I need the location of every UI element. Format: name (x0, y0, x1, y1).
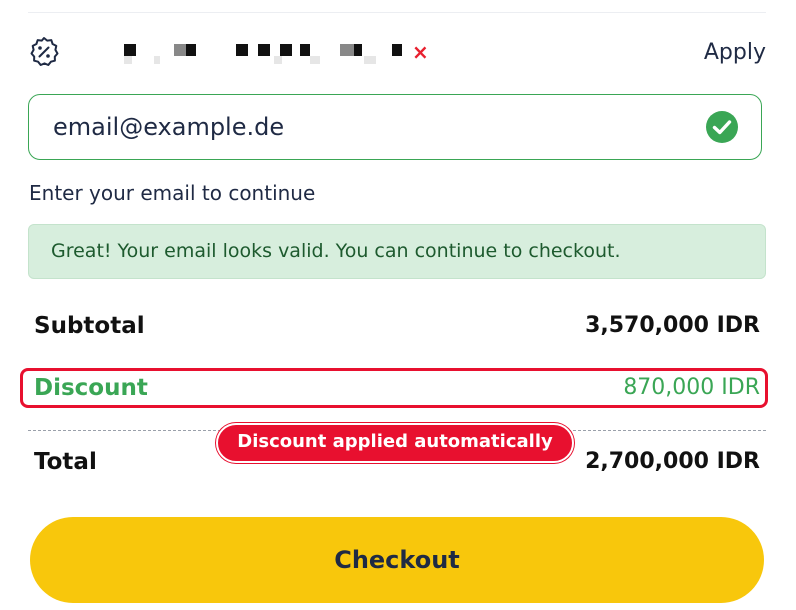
check-circle-icon (706, 111, 738, 143)
email-success-alert: Great! Your email looks valid. You can c… (28, 224, 766, 279)
total-value: 2,700,000 IDR (585, 449, 760, 474)
remove-coupon-icon[interactable]: × (412, 40, 429, 64)
discount-row: Discount 870,000 IDR (34, 372, 760, 406)
discount-callout: Discount applied automatically (216, 423, 574, 463)
discount-badge-icon (30, 37, 59, 66)
apply-coupon-button[interactable]: Apply (704, 39, 766, 67)
subtotal-row: Subtotal 3,570,000 IDR (34, 310, 760, 344)
email-field[interactable] (28, 94, 762, 160)
email-input[interactable] (53, 109, 693, 145)
subtotal-label: Subtotal (34, 313, 145, 339)
top-divider (28, 12, 766, 13)
discount-value: 870,000 IDR (623, 375, 760, 400)
coupon-row: × Apply (28, 34, 766, 72)
email-helper-text: Enter your email to continue (29, 181, 316, 205)
subtotal-value: 3,570,000 IDR (585, 313, 760, 338)
total-label: Total (34, 449, 97, 475)
coupon-code-redacted (124, 44, 404, 64)
email-success-message: Great! Your email looks valid. You can c… (51, 240, 621, 262)
checkout-button[interactable]: Checkout (30, 517, 764, 603)
discount-label: Discount (34, 375, 148, 401)
